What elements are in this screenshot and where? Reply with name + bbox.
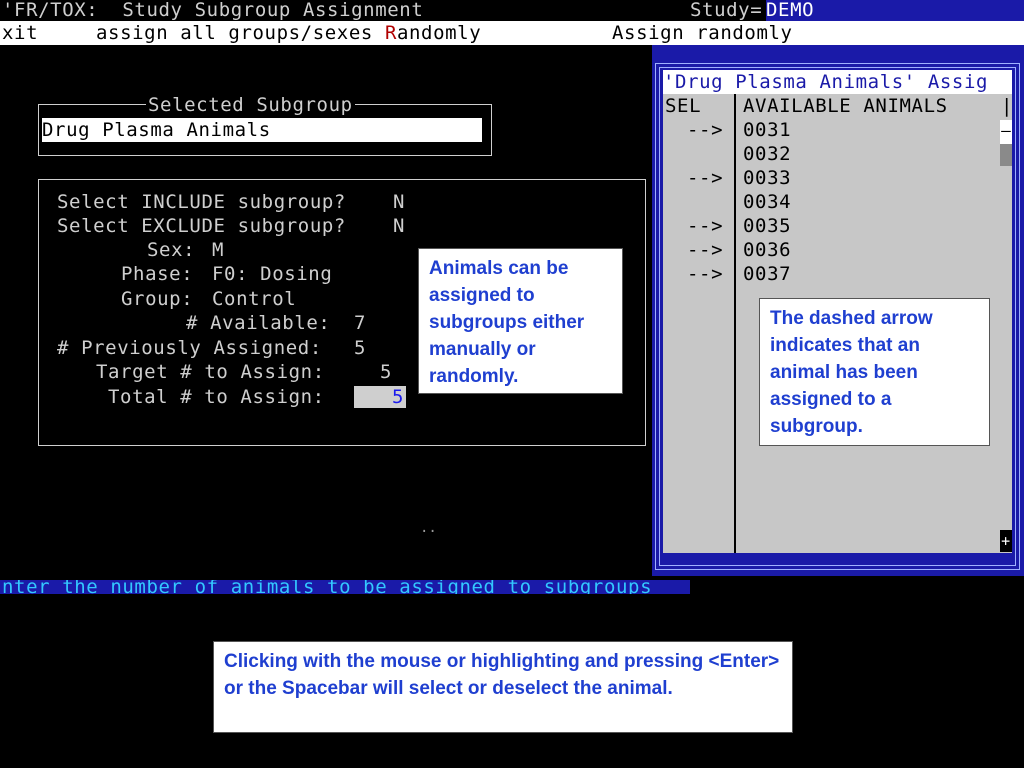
target-label: Target # to Assign: [96,361,325,383]
assigned-arrow: --> [687,215,724,237]
callout-dashed-arrow: The dashed arrow indicates that an anima… [759,298,990,446]
target-value: 5 [380,361,393,383]
status-bar: nter the number of animals to be assigne… [0,580,690,594]
animal-id: 0031 [743,119,792,141]
available-value: 7 [354,312,367,334]
animal-id: 0034 [743,191,792,213]
study-value: DEMO [766,0,1024,21]
column-divider [734,94,736,553]
selected-subgroup-legend: Selected Subgroup [146,94,355,116]
group-label: Group: [121,288,194,310]
exclude-value[interactable]: N [393,214,405,238]
animal-id: 0037 [743,263,792,285]
assigned-arrow: --> [687,239,724,261]
menu-assign-randomly[interactable]: Assign randomly [612,21,793,45]
menu-exit[interactable]: xit [2,21,38,45]
animal-id: 0032 [743,143,792,165]
prev-assigned-label: # Previously Assigned: [57,337,322,359]
col-sel-header: SEL [665,95,702,117]
app-title: 'FR/TOX: Study Subgroup Assignment [2,0,424,21]
menu-bar: xit assign all groups/sexes Randomly Ass… [0,21,1024,45]
sex-value: M [212,239,225,261]
total-value: 5 [391,386,404,408]
group-value: Control [212,288,297,310]
cursor-dots: .. [420,520,437,536]
scroll-up-arrow[interactable]: – [1000,120,1012,144]
animal-id: 0035 [743,215,792,237]
status-text: nter the number of animals to be assigne… [2,580,653,594]
callout-click-select: Clicking with the mouse or highlighting … [213,641,793,733]
assigned-arrow: --> [687,167,724,189]
phase-label: Phase: [121,263,194,285]
exclude-label: Select EXCLUDE subgroup? [57,215,346,237]
study-label: Study= [690,0,763,21]
sex-label: Sex: [147,239,196,261]
header-divider: | [1001,95,1012,117]
menu-assign-all-randomly[interactable]: assign all groups/sexes Randomly [96,21,481,45]
col-available-header: AVAILABLE ANIMALS [743,95,948,117]
include-label: Select INCLUDE subgroup? [57,191,346,213]
title-bar: 'FR/TOX: Study Subgroup Assignment Study… [0,0,1024,21]
assigned-arrow: --> [687,263,724,285]
available-label: # Available: [186,312,331,334]
prev-assigned-value: 5 [354,337,367,359]
menu-hotkey-r: R [384,22,397,44]
scroll-down-arrow[interactable]: + [1000,530,1012,552]
selected-subgroup-field[interactable]: Drug Plasma Animals [42,118,482,142]
animal-list-title: 'Drug Plasma Animals' Assig [663,70,1012,94]
callout-manual-or-random: Animals can be assigned to subgroups eit… [418,248,623,394]
menu-assign-all-prefix: assign all groups/sexes [96,22,385,44]
include-value[interactable]: N [393,190,405,214]
animal-id: 0033 [743,167,792,189]
menu-assign-all-suffix: andomly [396,22,482,44]
animal-id: 0036 [743,239,792,261]
phase-value: F0: Dosing [212,263,333,285]
scrollbar-thumb[interactable] [1000,144,1012,166]
assigned-arrow: --> [687,119,724,141]
total-label: Total # to Assign: [108,386,325,408]
